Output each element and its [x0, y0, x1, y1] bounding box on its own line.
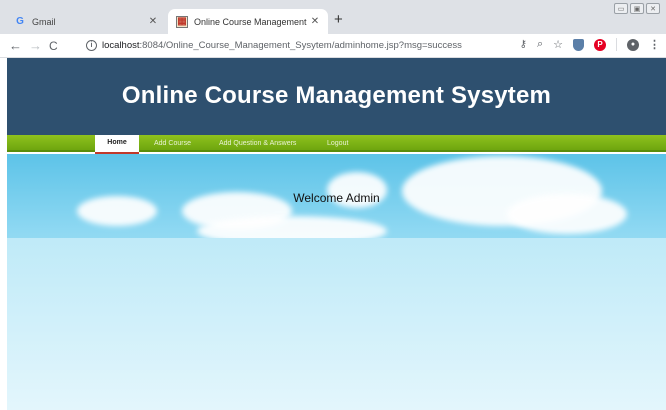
sky-lower-area — [7, 238, 666, 410]
minimize-icon[interactable]: ▭ — [614, 3, 628, 14]
browser-toolbar: ← → C i localhost:8084/Online_Course_Man… — [0, 34, 666, 58]
shield-extension-icon[interactable] — [573, 38, 584, 51]
back-arrow-icon[interactable]: ← — [9, 38, 22, 54]
url-path: :8084/Online_Course_Management_Sysytem/a… — [139, 40, 462, 51]
browser-tab-strip: G Gmail ✕ ▦ Online Course Management Sys… — [0, 0, 666, 34]
tab-title: Online Course Management Sys — [194, 16, 308, 27]
nav-add-course[interactable]: Add Course — [154, 135, 191, 152]
site-navbar: Home Add Course Add Question & Answers L… — [7, 135, 666, 155]
reload-icon[interactable]: C — [49, 38, 58, 54]
toolbar-icons: ⚷ ⌕ ☆ P ● ⋮ — [520, 38, 660, 51]
web-page: Online Course Management Sysytem Home Ad… — [7, 58, 666, 410]
zoom-icon[interactable]: ⌕ — [537, 38, 543, 51]
menu-dots-icon[interactable]: ⋮ — [649, 38, 660, 51]
toolbar-divider — [616, 38, 617, 51]
window-controls: ▭ ▣ ✕ — [614, 3, 660, 14]
tab-gmail[interactable]: G Gmail ✕ — [14, 9, 166, 34]
new-tab-button[interactable]: + — [334, 12, 343, 27]
nav-logout[interactable]: Logout — [327, 135, 348, 152]
page-favicon-icon: ▦ — [176, 15, 188, 28]
forward-arrow-icon[interactable]: → — [29, 38, 42, 54]
url-host: localhost — [102, 40, 140, 51]
account-icon[interactable]: ● — [627, 38, 639, 51]
welcome-message: Welcome Admin — [293, 191, 380, 205]
site-header: Online Course Management Sysytem — [7, 58, 666, 135]
sky-banner: Welcome Admin — [7, 154, 666, 410]
gmail-g-icon: G — [16, 16, 24, 27]
star-icon[interactable]: ☆ — [553, 38, 563, 51]
nav-home[interactable]: Home — [95, 135, 139, 155]
address-bar[interactable]: localhost:8084/Online_Course_Management_… — [102, 39, 462, 53]
site-title: Online Course Management Sysytem — [121, 81, 552, 109]
tab-title: Gmail — [32, 16, 56, 27]
maximize-icon[interactable]: ▣ — [630, 3, 644, 14]
pinterest-icon[interactable]: P — [594, 38, 606, 51]
close-window-icon[interactable]: ✕ — [646, 3, 660, 14]
key-icon[interactable]: ⚷ — [520, 39, 527, 50]
close-icon[interactable]: ✕ — [146, 16, 160, 27]
tab-online-course[interactable]: ▦ Online Course Management Sys ✕ — [168, 9, 328, 34]
info-icon[interactable]: i — [86, 40, 97, 51]
close-icon[interactable]: ✕ — [308, 16, 322, 27]
nav-add-question-answers[interactable]: Add Question & Answers — [219, 135, 296, 152]
